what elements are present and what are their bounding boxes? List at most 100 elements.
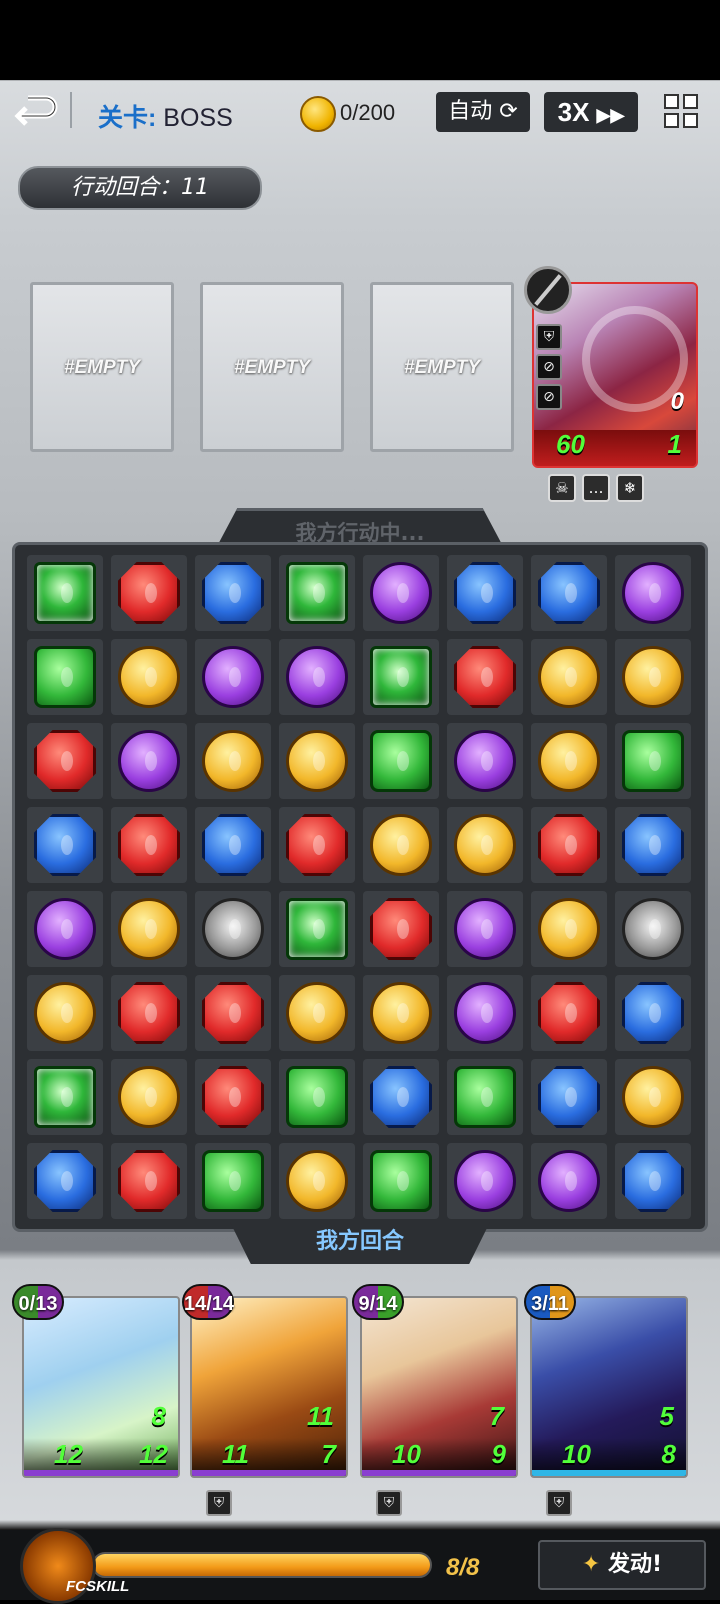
board-cell[interactable] — [111, 891, 187, 967]
red-gem — [202, 1066, 264, 1128]
board-cell[interactable] — [531, 639, 607, 715]
board-cell[interactable] — [363, 639, 439, 715]
board-cell[interactable] — [447, 723, 523, 799]
board-cell[interactable] — [615, 1143, 691, 1219]
speed-label: 3X — [557, 97, 590, 127]
board-cell[interactable] — [195, 807, 271, 883]
hero-hp: 12 — [139, 1439, 168, 1469]
back-icon[interactable] — [14, 90, 58, 130]
activate-button[interactable]: ✦ 发动! — [538, 1540, 706, 1590]
board-cell[interactable] — [195, 975, 271, 1051]
board-cell[interactable] — [363, 1143, 439, 1219]
empty-slot-1: #EMPTY — [30, 282, 174, 452]
grid-menu-icon[interactable] — [664, 94, 700, 130]
no-attack-icon: ⊘ — [536, 384, 562, 410]
board-cell[interactable] — [615, 1059, 691, 1135]
divider — [70, 92, 72, 128]
board-cell[interactable] — [111, 1059, 187, 1135]
hero-attack: 12 — [54, 1439, 83, 1469]
board-cell[interactable] — [447, 975, 523, 1051]
board-cell[interactable] — [615, 639, 691, 715]
hero-attack: 11 — [222, 1439, 249, 1469]
board-cell[interactable] — [447, 639, 523, 715]
board-cell[interactable] — [27, 723, 103, 799]
board-cell[interactable] — [615, 807, 691, 883]
board-cell[interactable] — [447, 1143, 523, 1219]
hero-card-1[interactable]: 12 12 8 — [22, 1296, 180, 1478]
board-cell[interactable] — [195, 891, 271, 967]
hero-shield: 5 — [659, 1401, 674, 1431]
shield-buff-icon: ⛨ — [536, 324, 562, 350]
board-cell[interactable] — [195, 1143, 271, 1219]
board-cell[interactable] — [195, 639, 271, 715]
board-cell[interactable] — [531, 1059, 607, 1135]
board-cell[interactable] — [615, 891, 691, 967]
board-cell[interactable] — [447, 891, 523, 967]
empty-slot-3: #EMPTY — [370, 282, 514, 452]
board-cell[interactable] — [279, 555, 355, 631]
board-cell[interactable] — [531, 807, 607, 883]
board-cell[interactable] — [447, 555, 523, 631]
fcskill-progress — [92, 1552, 432, 1578]
board-cell[interactable] — [363, 807, 439, 883]
action-turn-counter: 行动回合：11 — [18, 166, 262, 210]
board-cell[interactable] — [111, 975, 187, 1051]
board-cell[interactable] — [531, 1143, 607, 1219]
hero-attack: 10 — [392, 1439, 421, 1469]
hero-card-3[interactable]: 10 9 7 — [360, 1296, 518, 1478]
fcskill-count: 8/8 — [446, 1554, 480, 1581]
green-gem — [34, 646, 96, 708]
purple-gem — [538, 1150, 600, 1212]
board-cell[interactable] — [27, 975, 103, 1051]
red-gem — [118, 814, 180, 876]
board-cell[interactable] — [363, 555, 439, 631]
board-cell[interactable] — [363, 723, 439, 799]
board-cell[interactable] — [111, 555, 187, 631]
board-cell[interactable] — [363, 1059, 439, 1135]
purple-gem — [202, 646, 264, 708]
board-cell[interactable] — [279, 639, 355, 715]
board-cell[interactable] — [111, 1143, 187, 1219]
red-gem — [454, 646, 516, 708]
board-cell[interactable] — [447, 807, 523, 883]
board-cell[interactable] — [111, 723, 187, 799]
board-cell[interactable] — [111, 639, 187, 715]
board-cell[interactable] — [531, 723, 607, 799]
board-cell[interactable] — [531, 891, 607, 967]
board-cell[interactable] — [27, 555, 103, 631]
board-cell[interactable] — [27, 1143, 103, 1219]
board-cell[interactable] — [279, 975, 355, 1051]
board-cell[interactable] — [615, 723, 691, 799]
board-cell[interactable] — [531, 555, 607, 631]
hero-card-4[interactable]: 10 8 5 — [530, 1296, 688, 1478]
board-cell[interactable] — [27, 639, 103, 715]
board-cell[interactable] — [111, 807, 187, 883]
board-cell[interactable] — [27, 1059, 103, 1135]
board-cell[interactable] — [279, 723, 355, 799]
board-cell[interactable] — [363, 975, 439, 1051]
board-cell[interactable] — [279, 891, 355, 967]
hero-shield: 8 — [151, 1401, 166, 1431]
board-cell[interactable] — [27, 891, 103, 967]
board-cell[interactable] — [195, 723, 271, 799]
board-cell[interactable] — [279, 807, 355, 883]
purple-gem — [454, 982, 516, 1044]
hero-color-line — [532, 1470, 686, 1476]
board-cell[interactable] — [195, 1059, 271, 1135]
hero-card-2[interactable]: 11 7 11 — [190, 1296, 348, 1478]
board-cell[interactable] — [195, 555, 271, 631]
speed-button[interactable]: 3X ▶▶ — [544, 92, 638, 132]
disabled-icon — [524, 266, 572, 314]
board-cell[interactable] — [615, 555, 691, 631]
board-cell[interactable] — [447, 1059, 523, 1135]
board-cell[interactable] — [27, 807, 103, 883]
red-gem — [118, 982, 180, 1044]
board-cell[interactable] — [279, 1143, 355, 1219]
yellow-gem — [118, 1066, 180, 1128]
auto-button[interactable]: 自动 ⟳ — [436, 92, 530, 132]
board-cell[interactable] — [615, 975, 691, 1051]
board-cell[interactable] — [279, 1059, 355, 1135]
auto-label: 自动 — [448, 99, 493, 124]
board-cell[interactable] — [363, 891, 439, 967]
board-cell[interactable] — [531, 975, 607, 1051]
